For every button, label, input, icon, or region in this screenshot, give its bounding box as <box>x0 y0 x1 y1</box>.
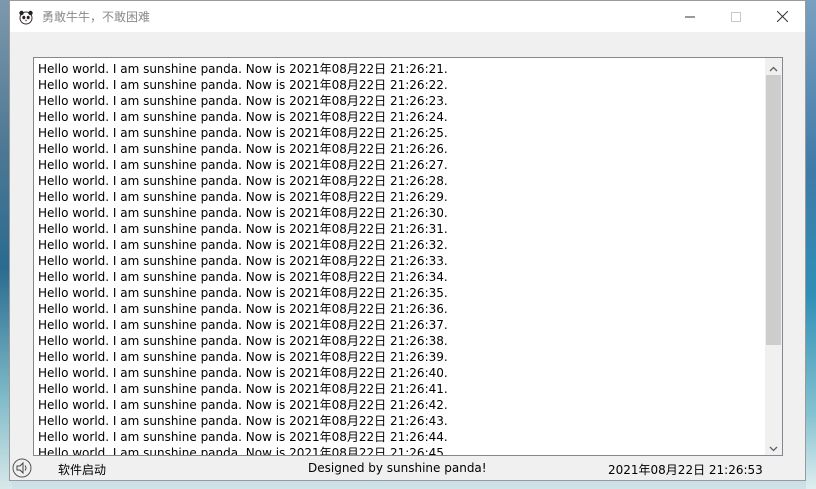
panda-app-icon <box>18 9 34 25</box>
log-line: Hello world. I am sunshine panda. Now is… <box>38 366 448 380</box>
log-line: Hello world. I am sunshine panda. Now is… <box>38 110 448 124</box>
log-line: Hello world. I am sunshine panda. Now is… <box>38 190 448 204</box>
log-line: Hello world. I am sunshine panda. Now is… <box>38 222 448 236</box>
window-title: 勇敢牛牛，不敢困难 <box>42 10 151 24</box>
log-line: Hello world. I am sunshine panda. Now is… <box>38 430 448 444</box>
log-line: Hello world. I am sunshine panda. Now is… <box>38 270 448 284</box>
log-line: Hello world. I am sunshine panda. Now is… <box>38 302 448 316</box>
status-clock: 2021年08月22日 21:26:53 <box>608 463 763 477</box>
caption-buttons <box>667 1 805 32</box>
minimize-button[interactable] <box>667 1 713 32</box>
log-line: Hello world. I am sunshine panda. Now is… <box>38 142 448 156</box>
log-lines: Hello world. I am sunshine panda. Now is… <box>38 61 764 456</box>
status-bar: 软件启动 Designed by sunshine panda! 2021年08… <box>10 457 805 481</box>
log-line: Hello world. I am sunshine panda. Now is… <box>38 350 448 364</box>
log-line: Hello world. I am sunshine panda. Now is… <box>38 382 448 396</box>
scroll-up-button[interactable] <box>765 58 782 75</box>
chevron-down-icon <box>769 437 778 455</box>
vertical-scrollbar[interactable] <box>765 58 782 455</box>
maximize-button[interactable] <box>713 1 759 32</box>
close-icon <box>776 7 788 26</box>
speaker-icon[interactable] <box>12 458 32 478</box>
scroll-down-button[interactable] <box>765 438 782 455</box>
log-line: Hello world. I am sunshine panda. Now is… <box>38 206 448 220</box>
log-textbox[interactable]: Hello world. I am sunshine panda. Now is… <box>33 57 783 456</box>
log-line: Hello world. I am sunshine panda. Now is… <box>38 398 448 412</box>
desktop-background-right <box>806 0 816 489</box>
close-button[interactable] <box>759 1 805 32</box>
app-window: 勇敢牛牛，不敢困难 Hello world. I am sunshine pan… <box>9 0 806 481</box>
log-line: Hello world. I am sunshine panda. Now is… <box>38 126 448 140</box>
maximize-icon <box>731 7 741 26</box>
log-line: Hello world. I am sunshine panda. Now is… <box>38 318 448 332</box>
log-line: Hello world. I am sunshine panda. Now is… <box>38 62 448 76</box>
log-line: Hello world. I am sunshine panda. Now is… <box>38 446 448 456</box>
log-line: Hello world. I am sunshine panda. Now is… <box>38 78 448 92</box>
log-line: Hello world. I am sunshine panda. Now is… <box>38 334 448 348</box>
log-line: Hello world. I am sunshine panda. Now is… <box>38 254 448 268</box>
log-line: Hello world. I am sunshine panda. Now is… <box>38 94 448 108</box>
log-line: Hello world. I am sunshine panda. Now is… <box>38 158 448 172</box>
log-line: Hello world. I am sunshine panda. Now is… <box>38 414 448 428</box>
scroll-thumb[interactable] <box>766 75 781 345</box>
minimize-icon <box>685 7 695 26</box>
credit-text: Designed by sunshine panda! <box>308 461 487 475</box>
log-line: Hello world. I am sunshine panda. Now is… <box>38 286 448 300</box>
startup-status-text: 软件启动 <box>58 463 107 477</box>
chevron-up-icon <box>769 58 778 76</box>
log-line: Hello world. I am sunshine panda. Now is… <box>38 174 448 188</box>
log-line: Hello world. I am sunshine panda. Now is… <box>38 238 448 252</box>
title-bar[interactable]: 勇敢牛牛，不敢困难 <box>10 1 805 32</box>
